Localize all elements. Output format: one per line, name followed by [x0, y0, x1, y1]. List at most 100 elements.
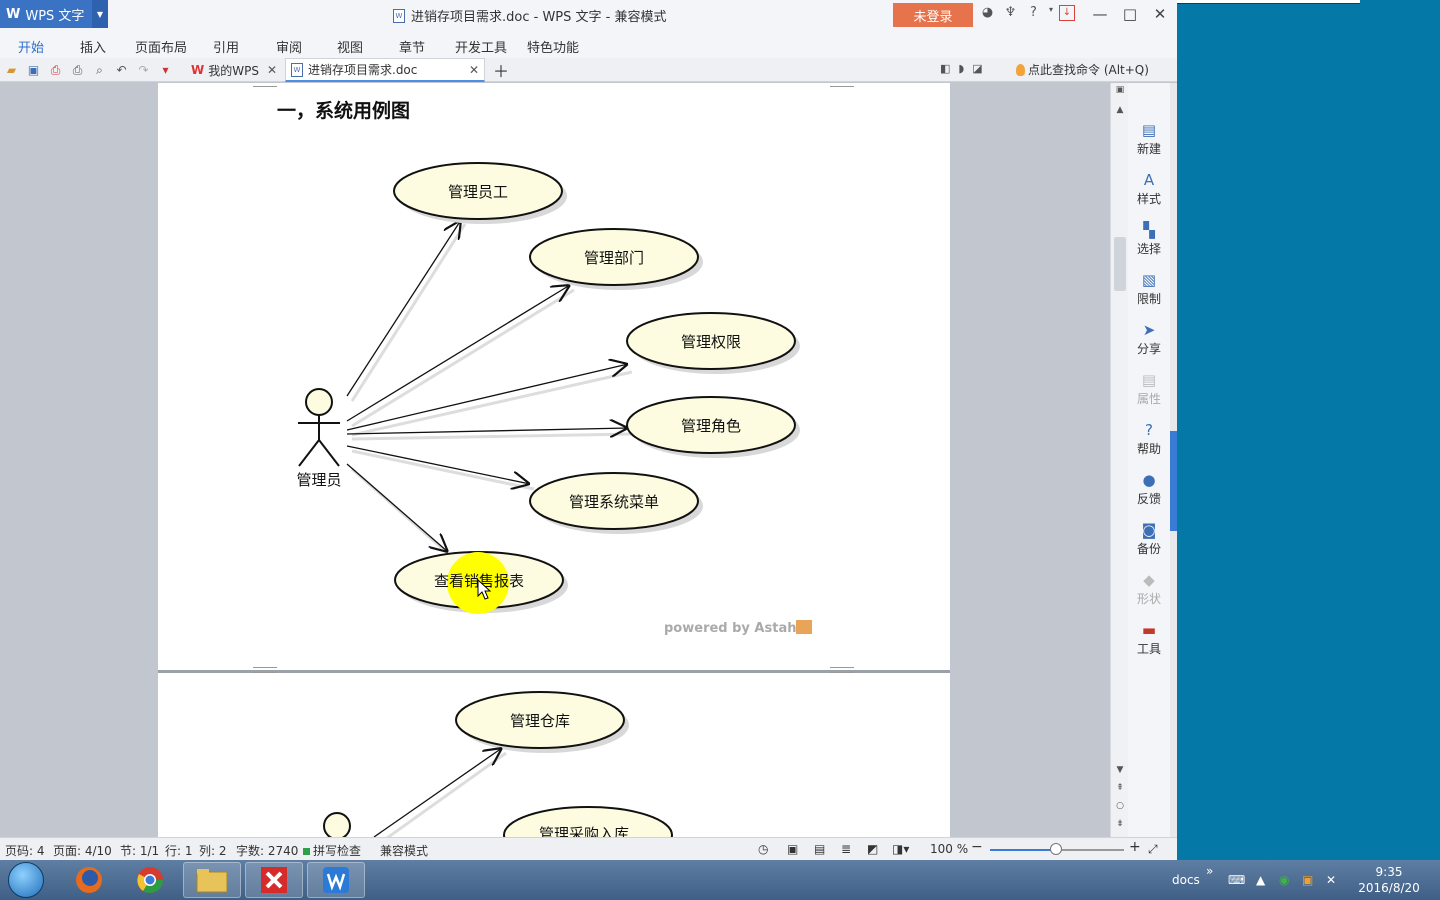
read-view-icon[interactable]: ◨▾: [892, 842, 909, 856]
open-icon[interactable]: ▰: [2, 61, 21, 79]
menu-chapter[interactable]: 章节: [399, 37, 425, 56]
export-pdf-icon[interactable]: ⎙: [46, 61, 65, 79]
panel-shapes[interactable]: ◆ 形状: [1128, 570, 1170, 607]
chevron-down-icon[interactable]: ▼: [92, 0, 108, 28]
new-tab-button[interactable]: ＋: [488, 58, 514, 82]
tray-wps-icon[interactable]: ▣: [1302, 873, 1313, 887]
menu-page-layout[interactable]: 页面布局: [135, 37, 187, 56]
menu-review[interactable]: 审阅: [276, 37, 302, 56]
customize-icon[interactable]: ▾: [156, 61, 175, 79]
document-workspace[interactable]: 一，系统用例图 管理员 管理员工 管理部门 管理权限 管理角色 管理系统菜单 管…: [0, 83, 1110, 837]
panel-tools[interactable]: ▬ 工具: [1128, 620, 1170, 657]
page-view-icon[interactable]: ▤: [814, 842, 825, 856]
help-icon[interactable]: ?: [1024, 5, 1043, 21]
login-button[interactable]: 未登录: [893, 3, 973, 27]
keyboard-icon[interactable]: ⌨: [1228, 873, 1245, 887]
volume-muted-icon[interactable]: ✕: [1326, 873, 1336, 887]
panel-share[interactable]: ➤ 分享: [1128, 320, 1170, 357]
zoom-out-button[interactable]: −: [971, 839, 983, 855]
layout-icon[interactable]: ◧: [940, 62, 950, 75]
download-icon[interactable]: ↓: [1059, 5, 1075, 21]
menu-view[interactable]: 视图: [337, 37, 363, 56]
task-panel-toggle[interactable]: [1170, 431, 1177, 531]
tray-app-icon[interactable]: ◉: [1279, 873, 1289, 887]
maximize-button[interactable]: □: [1115, 3, 1145, 25]
scrollbar-thumb[interactable]: [1114, 237, 1126, 291]
taskbar-firefox[interactable]: [60, 862, 118, 898]
astah-watermark: powered by Astah: [664, 620, 813, 636]
history-icon[interactable]: ◷: [758, 842, 768, 856]
skin-icon[interactable]: ♆: [1001, 5, 1020, 21]
undo-icon[interactable]: ↶: [112, 61, 131, 79]
collapse-ribbon-icon[interactable]: ◪: [972, 62, 982, 75]
close-tab-icon[interactable]: ✕: [469, 63, 479, 77]
tray-toolbar-label[interactable]: docs: [1172, 873, 1200, 887]
taskbar-xmind[interactable]: [245, 862, 303, 898]
association-line: [346, 463, 448, 552]
start-button[interactable]: [8, 862, 44, 898]
panel-help[interactable]: ? 帮助: [1128, 420, 1170, 457]
panel-backup-label: 备份: [1136, 542, 1161, 556]
cloud-icon[interactable]: ◕: [978, 5, 997, 21]
menu-insert[interactable]: 插入: [80, 37, 106, 56]
scroll-lock-icon[interactable]: ▣: [1111, 85, 1129, 95]
taskbar-chrome[interactable]: [121, 862, 179, 898]
app-menu-button[interactable]: W WPS 文字 ▼: [0, 0, 108, 28]
command-search[interactable]: 点此查找命令 (Alt+Q): [1016, 61, 1149, 78]
actor-icon: [323, 812, 351, 837]
chevron-down-icon[interactable]: ▾: [1047, 5, 1055, 21]
web-view-icon[interactable]: ◩: [867, 842, 878, 856]
taskbar-file-explorer[interactable]: [183, 862, 241, 898]
panel-backup[interactable]: ◙ 备份: [1128, 520, 1170, 557]
save-icon[interactable]: ▣: [24, 61, 43, 79]
vertical-scrollbar[interactable]: ▣ ▲ ▼ ⇞ ○ ⇟: [1110, 83, 1128, 837]
status-spell-check[interactable]: 拼写检查: [303, 842, 361, 859]
redo-icon[interactable]: ↷: [134, 61, 153, 79]
association-line: [346, 428, 628, 434]
status-compat-mode: 兼容模式: [380, 844, 429, 858]
lightbulb-icon: [1016, 63, 1025, 76]
select-browse-object-icon[interactable]: ○: [1111, 801, 1129, 811]
panel-restrict-label: 限制: [1136, 292, 1161, 306]
tab-my-wps[interactable]: W 我的WPS ✕: [186, 58, 282, 82]
panel-select[interactable]: ▚ 选择: [1128, 220, 1170, 257]
system-clock[interactable]: 9:35 2016/8/20: [1356, 864, 1422, 896]
wps-writer-window: W WPS 文字 ▼ W 进销存项目需求.doc - WPS 文字 - 兼容模式…: [0, 0, 1177, 860]
zoom-level[interactable]: 100 %: [930, 842, 968, 856]
zoom-in-button[interactable]: +: [1129, 839, 1141, 855]
minimize-button[interactable]: —: [1085, 3, 1115, 25]
outline-view-icon[interactable]: ≣: [841, 842, 851, 856]
close-button[interactable]: ✕: [1145, 3, 1175, 25]
app-name: WPS 文字: [25, 8, 85, 24]
menu-references[interactable]: 引用: [213, 37, 239, 56]
status-pages[interactable]: 页面: 4/10: [53, 842, 112, 859]
status-word-count[interactable]: 字数: 2740: [236, 842, 298, 859]
toolbar-expand-icon[interactable]: »: [1206, 864, 1213, 878]
new-document-icon: ▤: [1141, 121, 1157, 139]
next-page-icon[interactable]: ⇟: [1111, 819, 1129, 829]
document-icon: W: [393, 8, 405, 23]
close-tab-icon[interactable]: ✕: [267, 63, 277, 77]
print-icon[interactable]: ⎙: [68, 61, 87, 79]
panel-restrict[interactable]: ▧ 限制: [1128, 270, 1170, 307]
panel-properties[interactable]: ▤ 属性: [1128, 370, 1170, 407]
previous-page-icon[interactable]: ⇞: [1111, 783, 1129, 793]
properties-icon: ▤: [1141, 371, 1157, 389]
panel-new[interactable]: ▤ 新建: [1128, 120, 1170, 157]
scroll-up-arrow[interactable]: ▲: [1111, 105, 1129, 115]
scroll-down-arrow[interactable]: ▼: [1111, 765, 1129, 775]
read-mode-icon[interactable]: ◗: [958, 62, 964, 75]
menu-features[interactable]: 特色功能: [527, 37, 579, 56]
fit-page-icon[interactable]: ⤢: [1148, 842, 1158, 857]
fullscreen-icon[interactable]: ▣: [787, 842, 798, 856]
clock-time: 9:35: [1375, 865, 1403, 879]
show-hidden-icons[interactable]: ▲: [1256, 873, 1265, 887]
panel-feedback[interactable]: ● 反馈: [1128, 470, 1170, 507]
menu-developer[interactable]: 开发工具: [455, 37, 507, 56]
tab-document[interactable]: W 进销存项目需求.doc ✕: [285, 58, 485, 82]
menu-home[interactable]: 开始: [18, 37, 44, 56]
panel-styles[interactable]: A 样式: [1128, 170, 1170, 207]
zoom-slider-knob[interactable]: [1050, 843, 1062, 855]
print-preview-icon[interactable]: ⌕: [90, 61, 109, 79]
taskbar-wps-writer[interactable]: [307, 862, 365, 898]
